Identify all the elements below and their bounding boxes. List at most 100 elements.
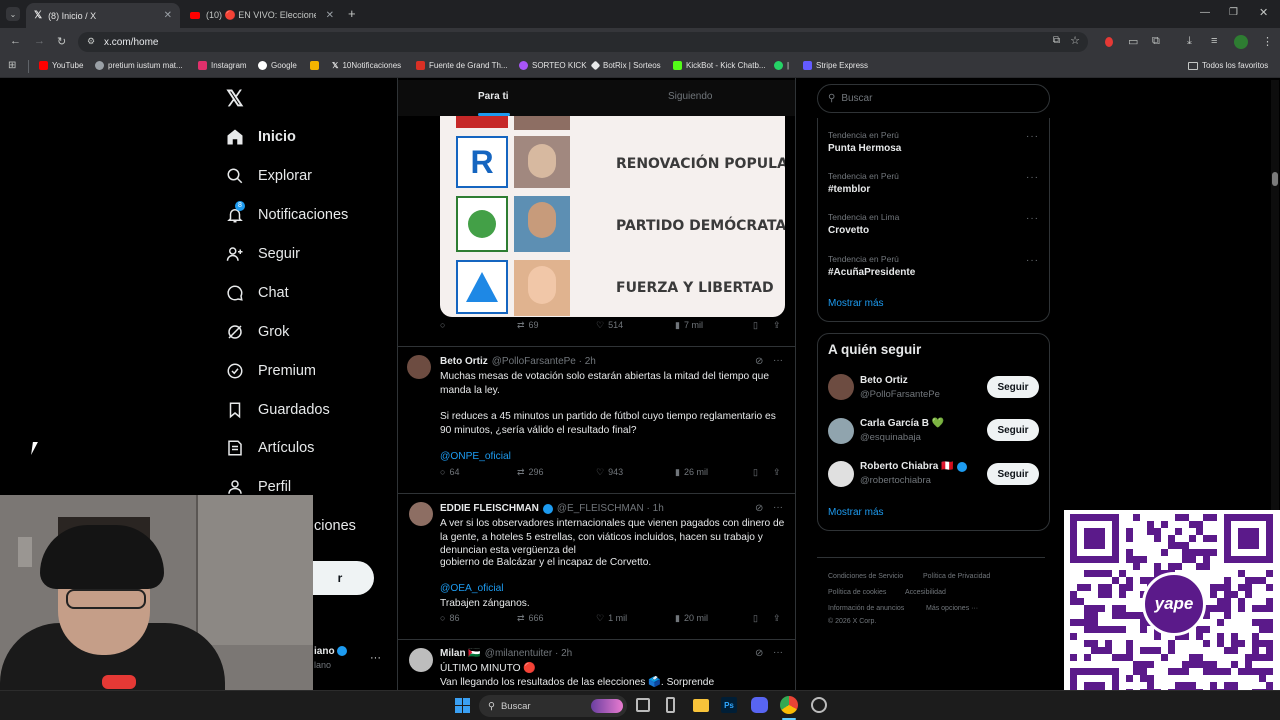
avatar[interactable] bbox=[409, 648, 433, 672]
follow-button[interactable]: Seguir bbox=[987, 376, 1039, 398]
back-icon[interactable]: ← bbox=[10, 35, 21, 47]
nav-grok[interactable]: Grok bbox=[226, 323, 289, 341]
avatar[interactable] bbox=[1234, 35, 1248, 49]
avatar[interactable] bbox=[828, 461, 854, 487]
tab-youtube-live[interactable]: (10) 🔴 EN VIVO: Elecciones Ge ✕ bbox=[182, 3, 342, 28]
account-more-icon[interactable]: ··· bbox=[370, 652, 381, 664]
footer-cookies-link[interactable]: Política de cookies bbox=[828, 589, 886, 596]
nav-follow[interactable]: Seguir bbox=[226, 245, 300, 263]
reply-button[interactable]: ○ 86 bbox=[440, 613, 459, 623]
nav-home[interactable]: Inicio bbox=[226, 128, 296, 146]
retweet-button[interactable]: ⇄ 69 bbox=[517, 320, 539, 331]
retweet-button[interactable]: ⇄ 666 bbox=[517, 613, 544, 624]
bookmark-whatsapp[interactable]: | bbox=[774, 61, 789, 70]
bookmark-pretium[interactable]: pretium iustum mat... bbox=[95, 61, 183, 70]
reply-button[interactable]: ○ 64 bbox=[440, 467, 459, 477]
grok-icon[interactable]: ⊘ bbox=[755, 648, 763, 659]
follow-button[interactable]: Seguir bbox=[987, 419, 1039, 441]
bookmark-kickbot[interactable]: KickBot - Kick Chatb... bbox=[673, 61, 766, 70]
nav-premium[interactable]: Premium bbox=[226, 362, 316, 380]
bookmark-sorteo-kick[interactable]: SORTEO KICK bbox=[519, 61, 587, 70]
share-icon[interactable]: ⇪ bbox=[773, 320, 781, 331]
trend-item[interactable]: Tendencia en Perú #AcuñaPresidente bbox=[828, 254, 915, 278]
bookmark-botrix[interactable]: BotRix | Sorteos bbox=[590, 60, 661, 71]
footer-more-link[interactable]: Más opciones ··· bbox=[926, 605, 978, 612]
mention-link[interactable]: @OEA_oficial bbox=[440, 583, 504, 594]
tweet-image[interactable]: R RENOVACIÓN POPULAR PARTIDO DEMÓCRATA U… bbox=[440, 116, 785, 317]
nav-explore[interactable]: Explorar bbox=[226, 167, 312, 185]
views-button[interactable]: ▮ 26 mil bbox=[675, 467, 708, 478]
like-button[interactable]: ♡ 514 bbox=[596, 320, 623, 331]
chrome-icon[interactable] bbox=[780, 696, 798, 714]
suggested-account[interactable]: Beto Ortiz @PolloFarsantePe bbox=[860, 375, 940, 400]
share-icon[interactable]: ⇪ bbox=[773, 467, 781, 478]
extension-red-icon[interactable] bbox=[1105, 37, 1113, 47]
show-more-follow-link[interactable]: Mostrar más bbox=[828, 507, 884, 518]
install-icon[interactable]: ⧉ bbox=[1053, 35, 1060, 46]
trend-item[interactable]: Tendencia en Perú #temblor bbox=[828, 171, 899, 195]
more-icon[interactable]: ··· bbox=[773, 502, 783, 513]
more-icon[interactable]: ··· bbox=[1026, 213, 1039, 224]
menu-icon[interactable]: ⋮ bbox=[1262, 35, 1273, 48]
footer-privacy-link[interactable]: Política de Privacidad bbox=[923, 573, 990, 580]
like-button[interactable]: ♡ 943 bbox=[596, 467, 623, 478]
bookmark-10notificaciones[interactable]: 𝕏 10Notificaciones bbox=[332, 61, 401, 70]
scrollbar-thumb[interactable] bbox=[1272, 172, 1278, 186]
trend-item[interactable]: Tendencia en Lima Crovetto bbox=[828, 212, 899, 236]
more-icon[interactable]: ··· bbox=[1026, 255, 1039, 266]
nav-notifications[interactable]: 8 Notificaciones bbox=[226, 201, 348, 224]
x-logo-icon[interactable]: 𝕏 bbox=[226, 86, 244, 112]
like-button[interactable]: ♡ 1 mil bbox=[596, 613, 627, 624]
file-explorer-icon[interactable] bbox=[693, 699, 709, 712]
grok-icon[interactable]: ⊘ bbox=[755, 356, 763, 367]
puzzle-icon[interactable]: ⧉ bbox=[1152, 35, 1160, 48]
bookmark-instagram[interactable]: Instagram bbox=[198, 61, 247, 70]
footer-ads-link[interactable]: Información de anuncios bbox=[828, 605, 904, 612]
share-icon[interactable]: ⇪ bbox=[773, 613, 781, 624]
more-icon[interactable]: ··· bbox=[773, 647, 783, 658]
media-icon[interactable]: ≡ bbox=[1211, 35, 1217, 47]
suggested-account[interactable]: Carla García B 💚 @esquinabaja bbox=[860, 418, 944, 443]
account-name[interactable]: iano bbox=[314, 646, 348, 657]
close-tab-icon[interactable]: ✕ bbox=[164, 10, 172, 21]
footer-accessibility-link[interactable]: Accesibilidad bbox=[905, 589, 946, 596]
author-name[interactable]: Milan 🇵🇸 bbox=[440, 648, 481, 659]
obs-icon[interactable] bbox=[811, 697, 827, 713]
author-handle[interactable]: @milanentuiter · 2h bbox=[485, 648, 572, 659]
forward-icon[interactable]: → bbox=[34, 35, 45, 47]
nav-bookmarks[interactable]: Guardados bbox=[226, 401, 330, 419]
taskbar-search[interactable]: ⚲ Buscar bbox=[479, 695, 627, 717]
nav-chat[interactable]: Chat bbox=[226, 284, 289, 302]
windows-start-icon[interactable] bbox=[455, 698, 470, 713]
author-handle[interactable]: @E_FLEISCHMAN · 1h bbox=[557, 503, 664, 514]
bookmark-tweet-button[interactable]: ▯ bbox=[753, 320, 758, 331]
tab-x-home[interactable]: 𝕏 (8) Inicio / X ✕ bbox=[26, 3, 180, 28]
reply-button[interactable]: ○ bbox=[440, 320, 445, 330]
author-name[interactable]: EDDIE FLEISCHMAN bbox=[440, 503, 539, 514]
tab-following[interactable]: Siguiendo bbox=[668, 91, 712, 102]
reload-icon[interactable]: ↻ bbox=[57, 35, 66, 48]
show-more-trends-link[interactable]: Mostrar más bbox=[828, 298, 884, 309]
search-input[interactable]: ⚲ Buscar bbox=[817, 84, 1050, 113]
site-info-icon[interactable]: ⚙ bbox=[87, 36, 95, 47]
restore-icon[interactable]: ❐ bbox=[1229, 7, 1238, 18]
more-icon[interactable]: ··· bbox=[1026, 172, 1039, 183]
more-icon[interactable]: ··· bbox=[773, 355, 783, 366]
mention-link[interactable]: @ONPE_oficial bbox=[440, 451, 511, 462]
avatar[interactable] bbox=[828, 418, 854, 444]
bookmark-stripe[interactable]: Stripe Express bbox=[803, 61, 868, 70]
discord-icon[interactable] bbox=[751, 697, 768, 713]
views-button[interactable]: ▮ 20 mil bbox=[675, 613, 708, 624]
bookmark-youtube[interactable]: YouTube bbox=[39, 61, 83, 70]
follow-button[interactable]: Seguir bbox=[987, 463, 1039, 485]
apps-icon[interactable]: ⊞ bbox=[8, 60, 16, 71]
task-view-icon[interactable] bbox=[636, 698, 650, 712]
new-tab-button[interactable]: + bbox=[348, 6, 356, 21]
author-handle[interactable]: @PolloFarsantePe · 2h bbox=[492, 356, 596, 367]
views-button[interactable]: ▮ 7 mil bbox=[675, 320, 703, 331]
footer-terms-link[interactable]: Condiciones de Servicio bbox=[828, 573, 903, 580]
author-name[interactable]: Beto Ortiz bbox=[440, 356, 488, 367]
bookmark-tweet-button[interactable]: ▯ bbox=[753, 613, 758, 624]
nav-profile[interactable]: Perfil bbox=[226, 478, 291, 496]
extension-icon[interactable]: ▭ bbox=[1128, 35, 1138, 48]
